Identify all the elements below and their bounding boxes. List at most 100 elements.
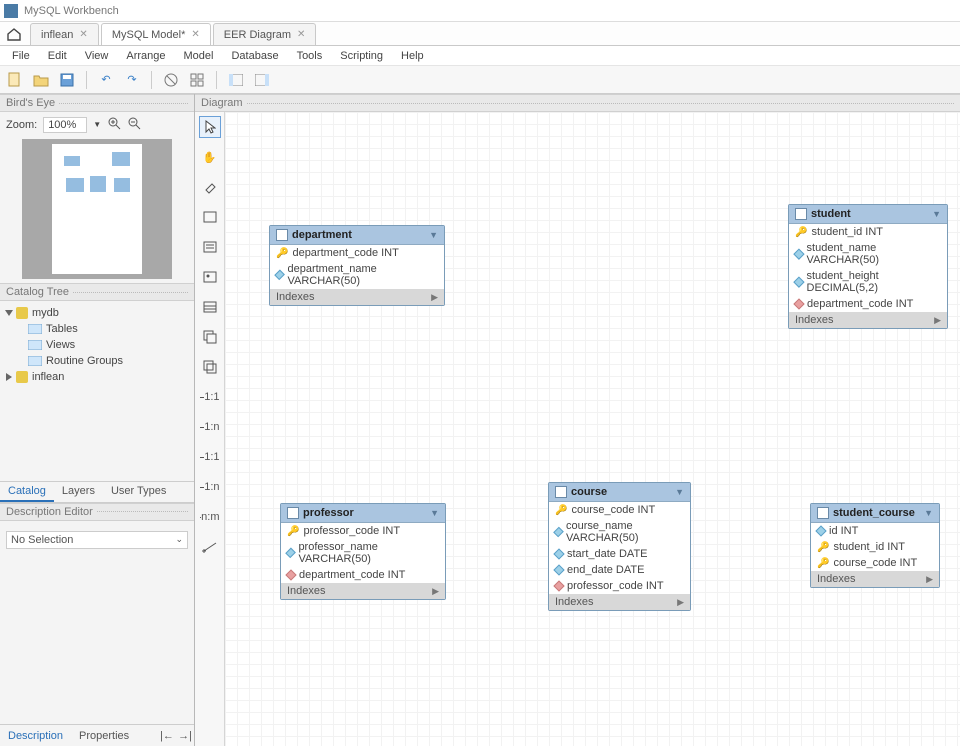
menu-edit[interactable]: Edit xyxy=(40,48,75,64)
views-icon xyxy=(28,340,42,350)
expand-icon: ▶ xyxy=(677,597,684,608)
menu-tools[interactable]: Tools xyxy=(289,48,331,64)
collapse-icon[interactable]: ▼ xyxy=(429,230,438,240)
column-icon xyxy=(274,270,285,281)
rel-1n-non[interactable]: 1:n xyxy=(199,416,221,438)
entity-header[interactable]: professor▼ xyxy=(281,504,445,523)
tree-tables[interactable]: Tables xyxy=(6,321,188,337)
open-folder-icon[interactable] xyxy=(32,71,50,89)
hand-tool[interactable]: ✋ xyxy=(199,146,221,168)
rel-existing-tool[interactable] xyxy=(199,536,221,558)
tree-views[interactable]: Views xyxy=(6,337,188,353)
menu-arrange[interactable]: Arrange xyxy=(118,48,173,64)
collapse-right-icon[interactable]: →| xyxy=(176,727,194,745)
menubar: File Edit View Arrange Model Database To… xyxy=(0,46,960,66)
column: student_name VARCHAR(50) xyxy=(789,240,947,268)
routine-tool[interactable] xyxy=(199,356,221,378)
eraser-tool[interactable] xyxy=(199,176,221,198)
menu-scripting[interactable]: Scripting xyxy=(332,48,391,64)
diagram-canvas[interactable]: department▼🔑department_code INTdepartmen… xyxy=(225,112,960,746)
column: 🔑student_id INT xyxy=(789,224,947,240)
rel-11-id[interactable]: 1:1 xyxy=(199,446,221,468)
column-icon xyxy=(553,580,564,591)
note-tool[interactable] xyxy=(199,236,221,258)
column: 🔑course_code INT xyxy=(811,555,939,571)
pointer-tool[interactable] xyxy=(199,116,221,138)
indexes-row[interactable]: Indexes▶ xyxy=(281,583,445,599)
tab-inflean[interactable]: inflean✕ xyxy=(30,23,99,45)
column: department_code INT xyxy=(789,296,947,312)
column: professor_name VARCHAR(50) xyxy=(281,539,445,567)
tree-db-inflean[interactable]: inflean xyxy=(6,369,188,385)
save-icon[interactable] xyxy=(58,71,76,89)
tab-catalog[interactable]: Catalog xyxy=(0,482,54,502)
menu-file[interactable]: File xyxy=(4,48,38,64)
expand-icon: ▶ xyxy=(431,292,438,303)
table-icon xyxy=(555,486,567,498)
zoom-value[interactable]: 100% xyxy=(43,117,87,133)
collapse-left-icon[interactable]: |← xyxy=(158,727,176,745)
rel-11-non[interactable]: 1:1 xyxy=(199,386,221,408)
home-tab[interactable] xyxy=(0,23,28,45)
indexes-row[interactable]: Indexes▶ xyxy=(811,571,939,587)
menu-view[interactable]: View xyxy=(77,48,117,64)
indexes-row[interactable]: Indexes▶ xyxy=(270,289,444,305)
zoom-in-icon[interactable] xyxy=(107,116,121,133)
entity-student_course[interactable]: student_course▼id INT🔑student_id INT🔑cou… xyxy=(810,503,940,588)
menu-help[interactable]: Help xyxy=(393,48,432,64)
birds-eye-thumbnail[interactable] xyxy=(22,139,172,279)
zoom-out-icon[interactable] xyxy=(127,116,141,133)
entity-student[interactable]: student▼🔑student_id INTstudent_name VARC… xyxy=(788,204,948,329)
expand-icon: ▶ xyxy=(934,315,941,326)
primary-key-icon: 🔑 xyxy=(276,248,288,259)
validate-icon[interactable] xyxy=(162,71,180,89)
column-icon xyxy=(793,249,804,260)
menu-database[interactable]: Database xyxy=(223,48,286,64)
entity-header[interactable]: student_course▼ xyxy=(811,504,939,523)
entity-department[interactable]: department▼🔑department_code INTdepartmen… xyxy=(269,225,445,306)
rel-nm[interactable]: n:m xyxy=(199,506,221,528)
entity-header[interactable]: department▼ xyxy=(270,226,444,245)
collapse-icon[interactable]: ▼ xyxy=(675,487,684,497)
layer-tool[interactable] xyxy=(199,206,221,228)
tree-routines[interactable]: Routine Groups xyxy=(6,353,188,369)
close-icon[interactable]: ✕ xyxy=(191,29,199,40)
birds-eye-header: Bird's Eye xyxy=(0,94,194,112)
left-panel: Bird's Eye Zoom: 100% ▼ Catalog Tree xyxy=(0,94,195,746)
menu-model[interactable]: Model xyxy=(176,48,222,64)
zoom-dropdown-icon[interactable]: ▼ xyxy=(93,120,101,129)
entity-professor[interactable]: professor▼🔑professor_code INTprofessor_n… xyxy=(280,503,446,600)
column: professor_code INT xyxy=(549,578,690,594)
tree-db-mydb[interactable]: mydb xyxy=(6,305,188,321)
grid-icon[interactable] xyxy=(188,71,206,89)
rel-1n-id[interactable]: 1:n xyxy=(199,476,221,498)
tab-mysql-model[interactable]: MySQL Model*✕ xyxy=(101,23,211,45)
entity-header[interactable]: course▼ xyxy=(549,483,690,502)
close-icon[interactable]: ✕ xyxy=(79,29,87,40)
table-tool[interactable] xyxy=(199,296,221,318)
collapse-icon[interactable]: ▼ xyxy=(932,209,941,219)
undo-icon[interactable]: ↶ xyxy=(97,71,115,89)
tab-description[interactable]: Description xyxy=(0,727,71,745)
close-icon[interactable]: ✕ xyxy=(297,29,305,40)
tab-layers[interactable]: Layers xyxy=(54,482,103,502)
new-file-icon[interactable] xyxy=(6,71,24,89)
tab-user-types[interactable]: User Types xyxy=(103,482,174,502)
panel-left-icon[interactable] xyxy=(227,71,245,89)
image-tool[interactable] xyxy=(199,266,221,288)
description-selector[interactable]: No Selection⌄ xyxy=(6,531,188,549)
collapse-icon[interactable]: ▼ xyxy=(924,508,933,518)
redo-icon[interactable]: ↷ xyxy=(123,71,141,89)
entity-course[interactable]: course▼🔑course_code INTcourse_name VARCH… xyxy=(548,482,691,611)
tab-eer-diagram[interactable]: EER Diagram✕ xyxy=(213,23,317,45)
entity-header[interactable]: student▼ xyxy=(789,205,947,224)
indexes-row[interactable]: Indexes▶ xyxy=(549,594,690,610)
collapse-icon[interactable]: ▼ xyxy=(430,508,439,518)
view-tool[interactable] xyxy=(199,326,221,348)
tab-properties[interactable]: Properties xyxy=(71,727,137,745)
indexes-row[interactable]: Indexes▶ xyxy=(789,312,947,328)
column-icon xyxy=(285,569,296,580)
column-icon xyxy=(815,525,826,536)
column: student_height DECIMAL(5,2) xyxy=(789,268,947,296)
panel-right-icon[interactable] xyxy=(253,71,271,89)
